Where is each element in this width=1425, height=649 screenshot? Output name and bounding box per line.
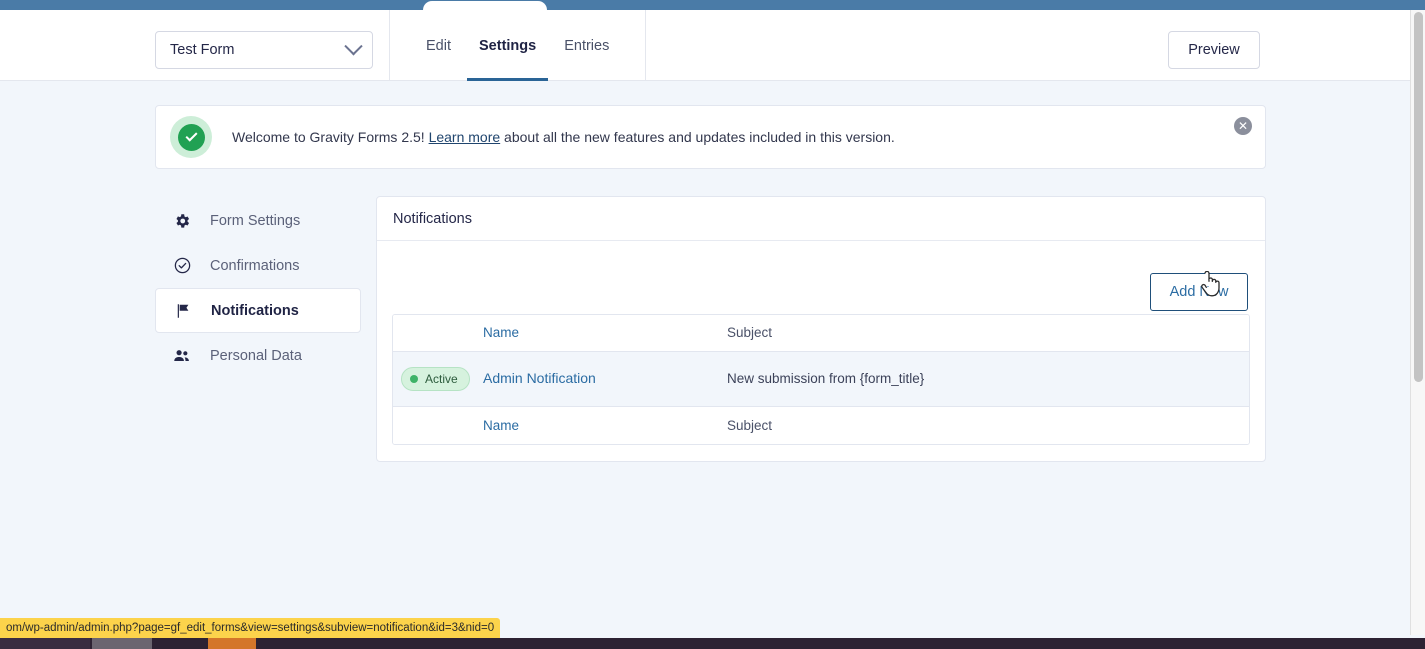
learn-more-link[interactable]: Learn more [429,129,501,145]
notifications-table: Name Subject Active Admin Notification N… [392,314,1250,445]
sidebar-item-label: Form Settings [210,212,301,229]
panel-title: Notifications [377,197,1265,241]
preview-button[interactable]: Preview [1168,31,1260,69]
tab-settings-label: Settings [479,37,537,54]
welcome-banner: Welcome to Gravity Forms 2.5! Learn more… [155,105,1266,169]
tab-entries-label: Entries [564,37,610,54]
sidebar-item-personal-data[interactable]: Personal Data [155,333,361,378]
taskbar-item-1[interactable] [0,638,90,649]
banner-text-after: about all the new features and updates i… [500,129,895,145]
close-circle-icon[interactable]: ✕ [1234,117,1252,135]
sidebar-item-label: Notifications [211,302,299,319]
status-bar-url: om/wp-admin/admin.php?page=gf_edit_forms… [0,618,501,638]
column-footer-name[interactable]: Name [483,418,519,433]
table-header-row: Name Subject [393,315,1249,352]
status-badge-label: Active [425,372,458,386]
scrollbar-thumb[interactable] [1414,12,1423,382]
sidebar-item-form-settings[interactable]: Form Settings [155,198,361,243]
status-dot-icon [410,375,418,383]
tab-settings[interactable]: Settings [465,10,550,81]
status-badge[interactable]: Active [401,367,470,391]
panel-body [377,241,1265,259]
notification-subject: New submission from {form_title} [727,371,925,386]
form-selector-dropdown[interactable]: Test Form [155,31,373,69]
browser-tab[interactable] [423,1,547,12]
form-selector-value: Test Form [170,42,235,58]
table-row: Active Admin Notification New submission… [393,352,1249,407]
sidebar-item-notifications[interactable]: Notifications [155,288,361,333]
chevron-down-icon [344,36,363,55]
column-header-subject: Subject [727,325,773,340]
browser-tab-strip [0,0,1425,12]
check-circle-icon [170,116,212,158]
taskbar-item-2[interactable] [92,638,152,649]
gear-icon [171,212,193,230]
taskbar-item-3[interactable] [208,638,256,649]
column-header-name[interactable]: Name [483,325,519,340]
tab-entries[interactable]: Entries [550,10,623,81]
status-bar-url-text: om/wp-admin/admin.php?page=gf_edit_forms… [6,622,495,634]
tab-edit[interactable]: Edit [412,10,465,81]
sidebar-item-label: Confirmations [210,257,300,274]
banner-text-before: Welcome to Gravity Forms 2.5! [232,129,429,145]
os-taskbar [0,638,1425,649]
sidebar-item-confirmations[interactable]: Confirmations [155,243,361,288]
flag-icon [172,302,194,320]
tab-edit-label: Edit [426,37,451,54]
check-circle-icon [171,256,193,275]
page-scrollbar[interactable] [1410,10,1425,635]
column-footer-subject: Subject [727,417,773,433]
top-bar: Test Form Edit Settings Entries Preview [0,10,1410,81]
settings-sidebar: Form Settings Confirmations Notification… [155,198,361,378]
form-tabs: Edit Settings Entries [389,10,647,81]
sidebar-item-label: Personal Data [210,347,302,364]
gravity-forms-app: Test Form Edit Settings Entries Preview … [0,10,1410,635]
notification-name-link[interactable]: Admin Notification [483,370,596,386]
notifications-panel: Notifications Add New Name Subject Activ… [376,196,1266,462]
table-footer-row: Name Subject [393,407,1249,444]
add-new-button[interactable]: Add New [1150,273,1248,311]
welcome-banner-text: Welcome to Gravity Forms 2.5! Learn more… [232,129,895,145]
users-icon [171,346,193,366]
